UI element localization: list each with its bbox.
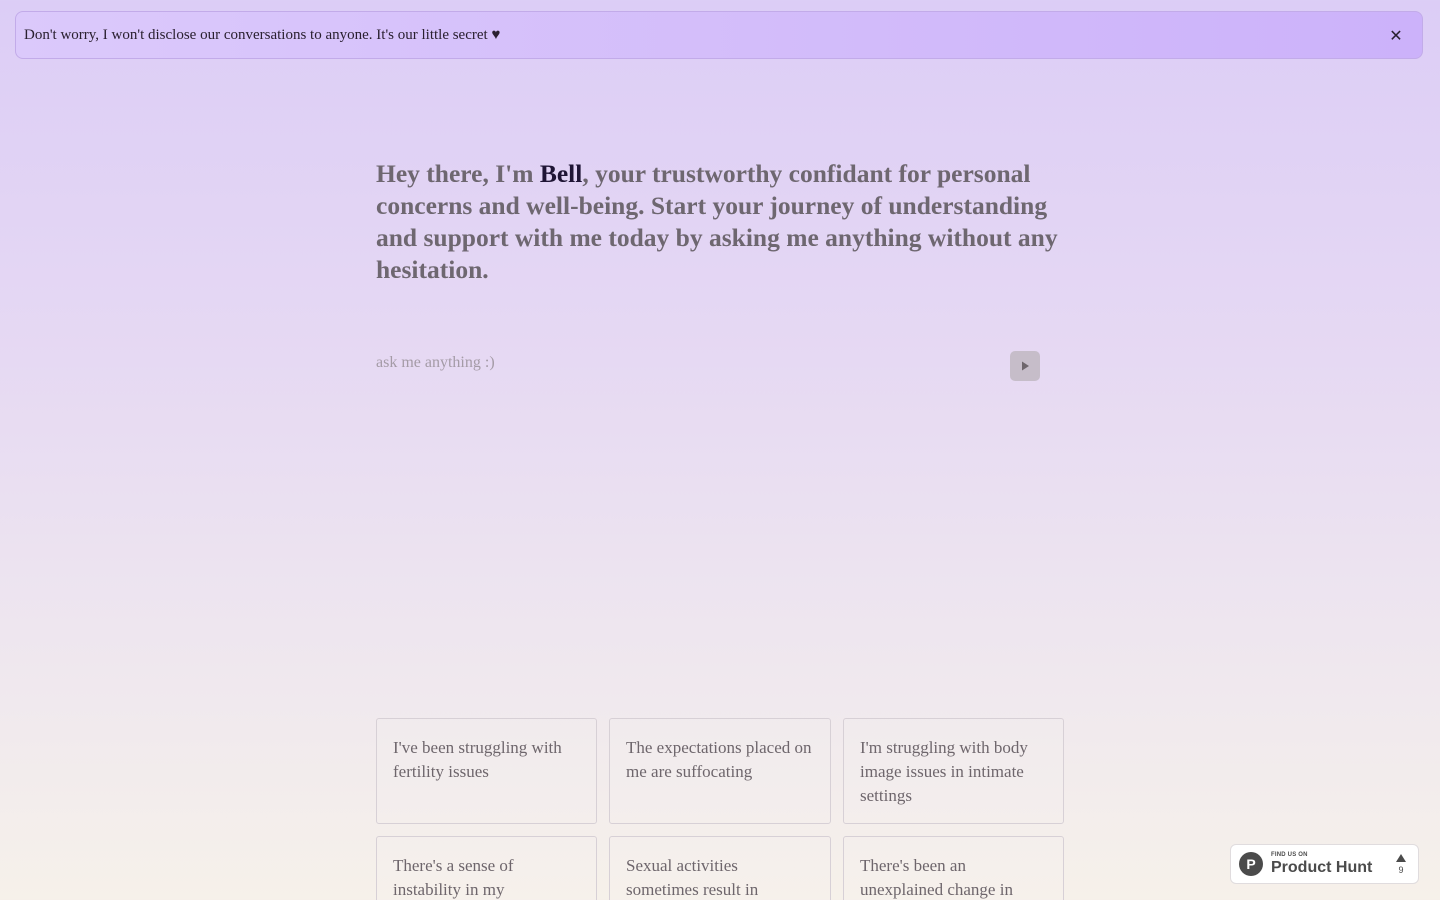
suggestion-card[interactable]: The expectations placed on me are suffoc… [609,718,831,824]
assistant-name: Bell [539,159,583,188]
product-hunt-logo-icon: P [1239,852,1263,876]
product-hunt-badge[interactable]: P FIND US ON Product Hunt 9 [1230,844,1419,884]
ask-input[interactable] [376,354,976,372]
intro-section: Hey there, I'm Bell, your trustworthy co… [376,158,1064,286]
product-hunt-text: FIND US ON Product Hunt [1271,852,1392,876]
suggestion-card[interactable]: There's a sense of instability in my [376,836,597,900]
suggestion-card[interactable]: I've been struggling with fertility issu… [376,718,597,824]
product-hunt-votes: 9 [1392,853,1410,875]
ask-bar [376,348,1040,384]
banner-message: Don't worry, I won't disclose our conver… [24,26,501,43]
suggestion-grid: I've been struggling with fertility issu… [376,718,1064,900]
product-hunt-big-label: Product Hunt [1271,859,1373,876]
send-button[interactable] [1010,351,1040,381]
intro-text-start: Hey there, I'm [376,159,540,188]
suggestion-card[interactable]: Sexual activities sometimes result in [609,836,831,900]
vote-count: 9 [1398,864,1404,875]
product-hunt-small-label: FIND US ON [1271,852,1308,858]
close-icon[interactable]: ✕ [1384,23,1408,47]
suggestion-card[interactable]: There's been an unexplained change in [843,836,1064,900]
notice-banner: Don't worry, I won't disclose our conver… [15,11,1423,59]
intro-headline: Hey there, I'm Bell, your trustworthy co… [376,158,1064,286]
suggestion-card[interactable]: I'm struggling with body image issues in… [843,718,1064,824]
upvote-arrow-icon [1396,853,1406,862]
play-icon [1022,361,1029,371]
